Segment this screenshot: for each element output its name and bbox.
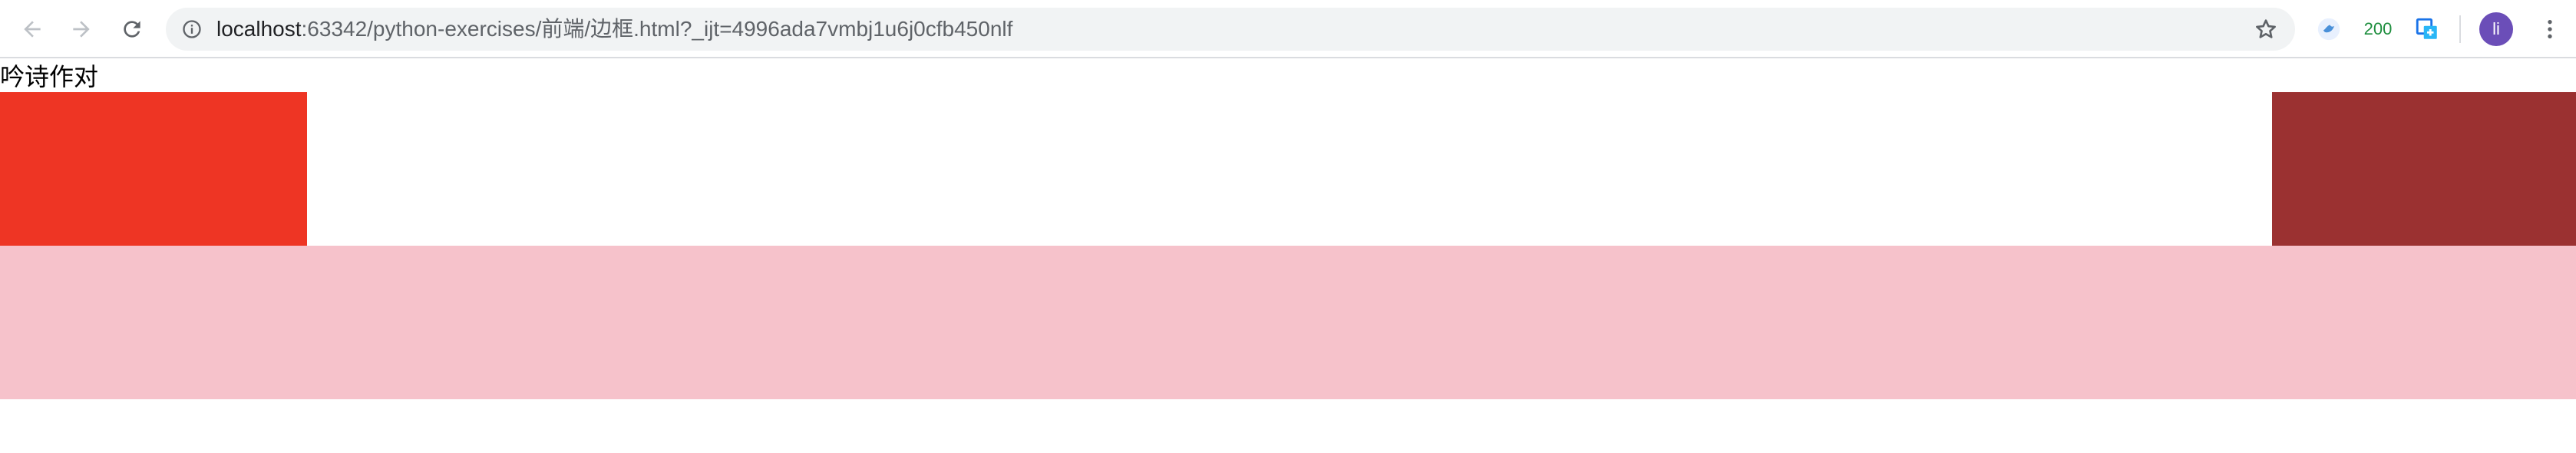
extension-badge: 200 bbox=[2363, 19, 2393, 38]
extension-bird-button[interactable] bbox=[2312, 12, 2346, 46]
more-vertical-icon bbox=[2548, 20, 2552, 38]
page-heading: 吟诗作对 bbox=[0, 62, 99, 91]
url-host: localhost bbox=[216, 17, 302, 41]
arrow-right-icon bbox=[73, 21, 90, 38]
dark-red-box-right bbox=[2272, 92, 2576, 246]
red-box-left bbox=[0, 92, 307, 246]
browser-menu-button[interactable] bbox=[2531, 11, 2568, 48]
star-icon[interactable] bbox=[2254, 17, 2278, 41]
url-text[interactable]: localhost:63342/python-exercises/前端/边框.h… bbox=[216, 8, 1012, 51]
profile-avatar[interactable]: li bbox=[2479, 12, 2513, 46]
arrow-left-icon bbox=[24, 21, 41, 38]
info-icon[interactable] bbox=[181, 18, 203, 40]
url-path: :63342/python-exercises/前端/边框.html?_ijt=… bbox=[301, 17, 1013, 41]
extension-counter-button[interactable]: 200 bbox=[2358, 12, 2398, 46]
forward-button[interactable] bbox=[63, 11, 100, 48]
page-content: 吟诗作对 bbox=[0, 58, 2576, 453]
reload-icon bbox=[124, 21, 140, 38]
pink-box-bottom bbox=[0, 246, 2576, 399]
toolbar-separator bbox=[2459, 15, 2461, 43]
address-bar[interactable]: localhost:63342/python-exercises/前端/边框.h… bbox=[166, 8, 2295, 51]
back-button[interactable] bbox=[14, 11, 51, 48]
capture-extension-icon bbox=[2416, 18, 2437, 39]
extension-capture-button[interactable] bbox=[2410, 12, 2444, 46]
reload-button[interactable] bbox=[114, 11, 150, 48]
bird-extension-icon bbox=[2317, 18, 2340, 41]
browser-toolbar: localhost:63342/python-exercises/前端/边框.h… bbox=[0, 0, 2576, 58]
